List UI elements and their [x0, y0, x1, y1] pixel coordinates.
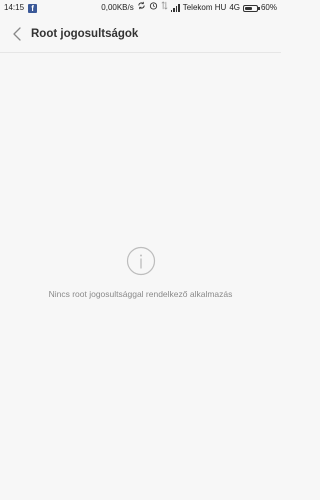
network-speed: 0,00KB/s [101, 3, 134, 12]
app-header: Root jogosultságok [0, 16, 281, 53]
data-transfer-icon [161, 0, 168, 16]
signal-icon [170, 4, 180, 12]
chevron-left-icon [13, 27, 21, 41]
alarm-clock-icon [149, 0, 158, 16]
info-icon [126, 246, 156, 276]
page-title: Root jogosultságok [31, 28, 139, 40]
empty-message: Nincs root jogosultsággal rendelkező alk… [48, 289, 233, 299]
battery-icon [242, 4, 260, 12]
back-button[interactable] [10, 25, 24, 43]
status-time: 14:15 [4, 3, 25, 12]
battery-percent: 60% [260, 3, 277, 12]
network-type: 4G [229, 3, 240, 12]
sync-icon [137, 0, 146, 16]
empty-state: Nincs root jogosultsággal rendelkező alk… [0, 246, 281, 299]
carrier-name: Telekom HU [182, 3, 227, 12]
facebook-icon: f [28, 3, 38, 13]
status-bar: 14:15 f 0,00KB/s Telekom HU 4G 60% [0, 0, 281, 16]
